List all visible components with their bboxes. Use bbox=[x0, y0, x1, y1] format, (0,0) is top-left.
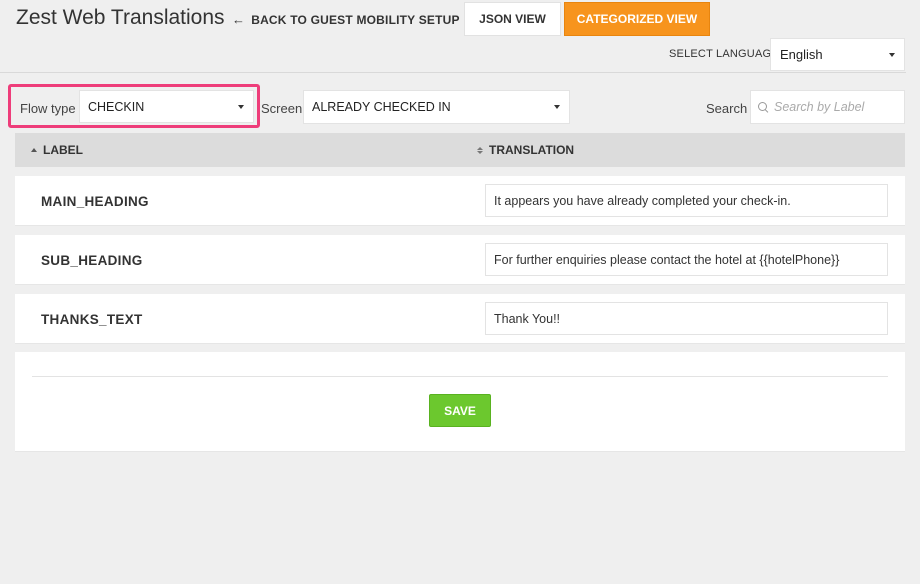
translation-input[interactable]: For further enquiries please contact the… bbox=[485, 243, 888, 276]
search-input[interactable] bbox=[774, 100, 898, 114]
select-language-label: SELECT LANGUAGE bbox=[669, 48, 779, 60]
back-link-label: BACK TO GUEST MOBILITY SETUP bbox=[251, 12, 460, 27]
search-label: Search bbox=[706, 101, 748, 116]
header-divider bbox=[0, 72, 906, 73]
save-divider bbox=[32, 376, 888, 377]
sort-icon bbox=[477, 146, 483, 154]
row-label: MAIN_HEADING bbox=[41, 193, 149, 209]
flow-type-label: Flow type bbox=[20, 101, 76, 116]
table-header: LABEL TRANSLATION bbox=[15, 133, 905, 167]
chevron-down-icon bbox=[889, 52, 895, 57]
search-box[interactable] bbox=[750, 90, 905, 124]
screen-select[interactable]: ALREADY CHECKED IN bbox=[303, 90, 570, 124]
app-title: Zest Web Translations bbox=[16, 6, 225, 29]
sort-ascending-icon bbox=[31, 148, 37, 152]
label-column-title: LABEL bbox=[43, 143, 83, 157]
flow-type-value: CHECKIN bbox=[88, 99, 145, 114]
flow-type-select[interactable]: CHECKIN bbox=[79, 90, 254, 123]
table-row: MAIN_HEADING It appears you have already… bbox=[15, 176, 905, 226]
table-row: THANKS_TEXT Thank You!! bbox=[15, 294, 905, 344]
save-button[interactable]: SAVE bbox=[429, 394, 491, 427]
chevron-down-icon bbox=[554, 105, 560, 109]
arrow-left-icon: ← bbox=[232, 12, 246, 27]
back-to-guest-mobility-link[interactable]: ← BACK TO GUEST MOBILITY SETUP bbox=[232, 12, 460, 27]
translation-input[interactable]: Thank You!! bbox=[485, 302, 888, 335]
json-view-button[interactable]: JSON VIEW bbox=[464, 2, 561, 36]
translation-column-title: TRANSLATION bbox=[489, 143, 575, 157]
language-select-value: English bbox=[780, 47, 823, 62]
screen-value: ALREADY CHECKED IN bbox=[312, 100, 451, 114]
chevron-down-icon bbox=[238, 104, 244, 109]
save-panel: SAVE bbox=[15, 352, 905, 452]
screen-label: Screen bbox=[261, 101, 303, 116]
translation-column-header[interactable]: TRANSLATION bbox=[477, 133, 574, 167]
search-icon bbox=[758, 101, 769, 113]
label-column-header[interactable]: LABEL bbox=[31, 133, 83, 167]
row-label: SUB_HEADING bbox=[41, 252, 143, 268]
table-row: SUB_HEADING For further enquiries please… bbox=[15, 235, 905, 285]
categorized-view-button[interactable]: CATEGORIZED VIEW bbox=[564, 2, 710, 36]
row-label: THANKS_TEXT bbox=[41, 311, 143, 327]
translation-input[interactable]: It appears you have already completed yo… bbox=[485, 184, 888, 217]
language-select[interactable]: English bbox=[770, 38, 905, 71]
